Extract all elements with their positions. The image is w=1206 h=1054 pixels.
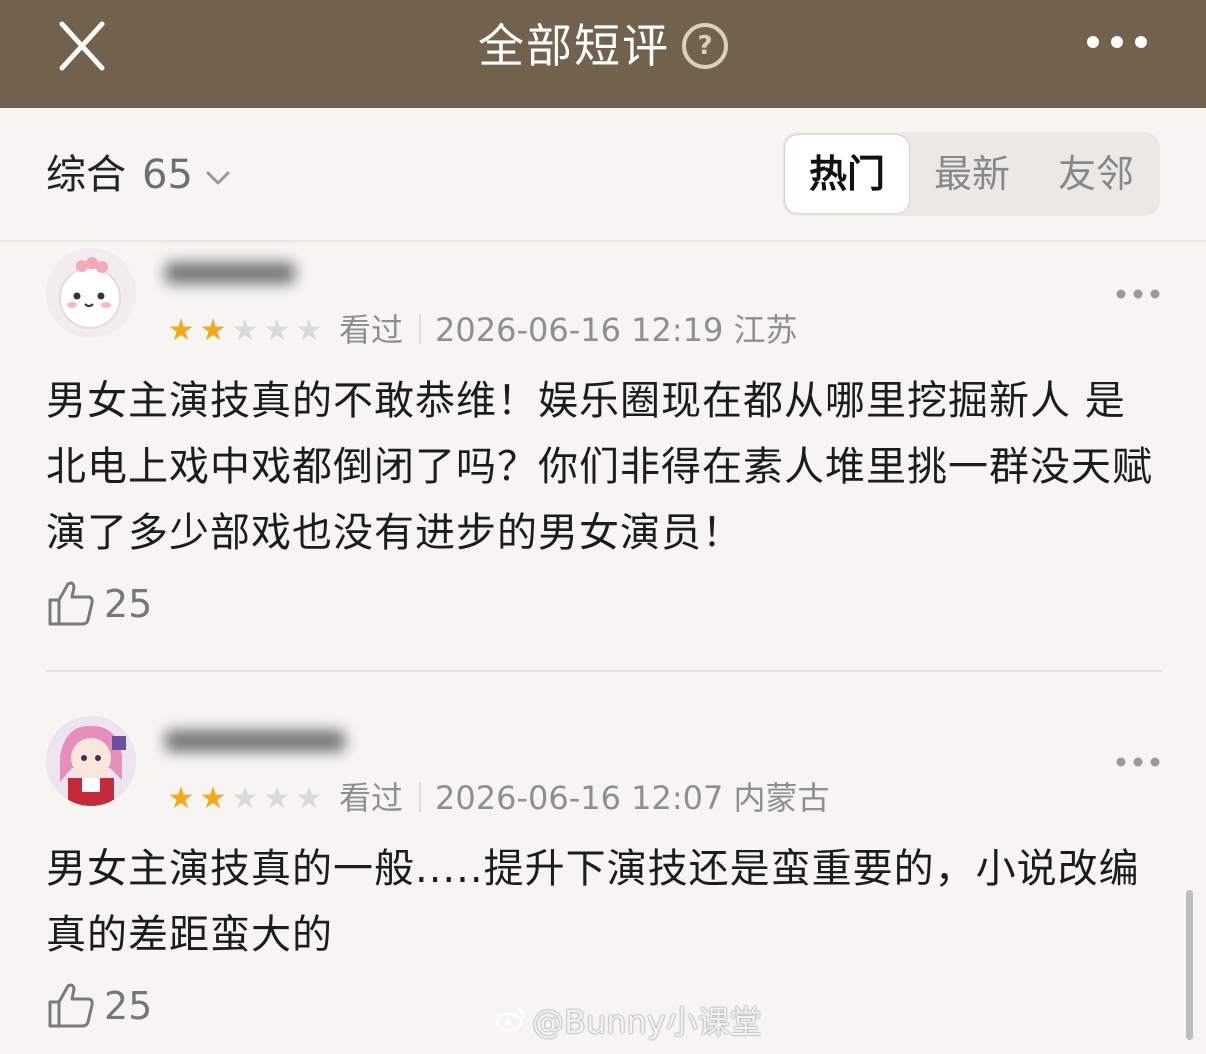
star-empty-icon: ★ [231,781,259,816]
review-more-button[interactable] [1115,286,1161,300]
review-meta: ★ ★ ★ ★ ★ 看过 2026-06-16 12:07 内蒙古 [165,778,830,818]
avatar[interactable] [46,716,136,806]
review-text: 男女主演技真的不敢恭维！娱乐圈现在都从哪里挖掘新人 是北电上戏中戏都倒闭了吗？你… [46,378,1153,556]
review-more-button[interactable] [1115,754,1161,768]
review-text: 男女主演技真的一般.....提升下演技还是蛮重要的，小说改编真的差距蛮大的 [46,846,1140,958]
rating-stars: ★ ★ ★ ★ ★ [165,777,325,817]
filter-divider [0,240,1206,244]
tab-hot[interactable]: 热门 [784,134,910,214]
star-empty-icon: ★ [231,313,259,348]
username-blurred[interactable] [165,724,345,764]
weibo-logo-icon [495,999,526,1043]
thumbs-up-icon [48,983,94,1028]
star-empty-icon: ★ [295,781,323,816]
review-count: 65 [142,152,193,198]
thumbs-up-icon [48,581,94,626]
avatar[interactable] [46,248,136,338]
meta-separator [419,782,422,812]
star-empty-icon: ★ [263,781,291,816]
like-count: 25 [104,582,153,626]
scrollbar[interactable] [1186,890,1193,1040]
star-filled-icon: ★ [167,313,195,348]
watermark-text: @Bunny小课堂 [532,1003,762,1041]
like-button[interactable]: 25 [46,980,152,1032]
like-button[interactable]: 25 [46,578,152,630]
sort-dropdown[interactable]: 综合 65 [46,150,231,200]
page-title: 全部短评? [0,18,1206,74]
rating-stars: ★ ★ ★ ★ ★ [165,309,325,349]
tab-friends[interactable]: 友邻 [1034,132,1158,216]
sort-segmented-control: 热门 最新 友邻 [782,132,1160,216]
username-blurred[interactable] [165,256,295,296]
more-options-button[interactable] [1085,30,1149,54]
watch-status: 看过 [339,779,404,817]
like-count: 25 [104,984,153,1028]
review-location: 江苏 [733,311,798,349]
page-title-text: 全部短评 [478,19,670,73]
chevron-down-icon [205,148,231,198]
filter-bar: 综合 65 热门 最新 友邻 [0,108,1206,242]
watermark: @Bunny小课堂 [495,999,762,1044]
more-horizontal-icon [1116,289,1160,299]
review-datetime: 2026-06-16 12:19 [435,311,724,349]
review-datetime: 2026-06-16 12:07 [435,779,724,817]
meta-separator [419,314,422,344]
sort-label: 综合 [46,152,126,198]
star-empty-icon: ★ [263,313,291,348]
star-filled-icon: ★ [167,781,195,816]
more-horizontal-icon [1116,757,1160,767]
star-empty-icon: ★ [295,313,323,348]
review-meta: ★ ★ ★ ★ ★ 看过 2026-06-16 12:19 江苏 [165,310,798,350]
more-horizontal-icon [1087,36,1147,48]
star-filled-icon: ★ [199,781,227,816]
review-divider [46,670,1162,672]
star-filled-icon: ★ [199,313,227,348]
tab-latest[interactable]: 最新 [910,132,1034,216]
watch-status: 看过 [339,311,404,349]
review-location: 内蒙古 [733,779,830,817]
help-icon[interactable]: ? [682,22,728,69]
header-bar: 全部短评? [0,0,1206,108]
